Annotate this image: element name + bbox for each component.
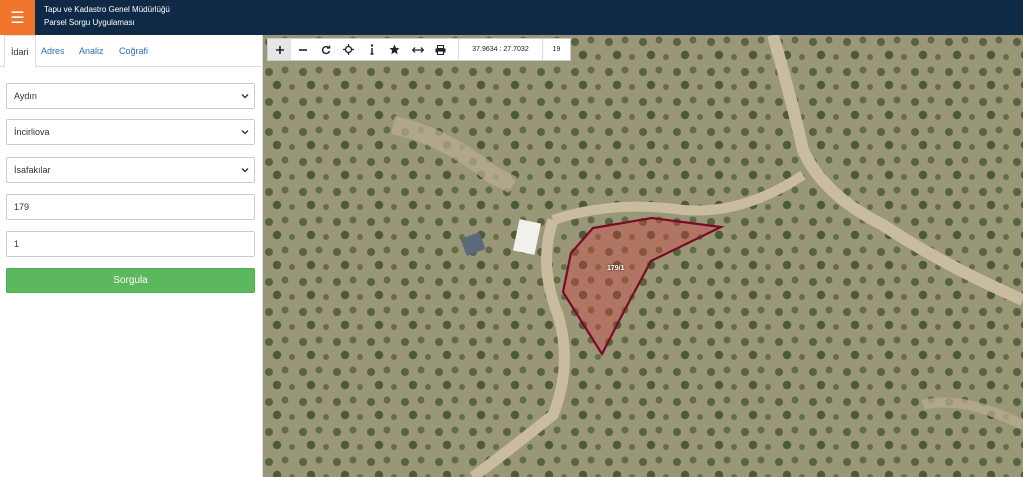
title-line-1: Tapu ve Kadastro Genel Müdürlüğü — [44, 5, 170, 14]
mahalle-select-value: İsafakılar — [14, 165, 51, 175]
title-line-2: Parsel Sorgu Uygulaması — [44, 18, 135, 27]
map-view[interactable]: 179/1 — [263, 35, 1023, 477]
il-select-value: Aydın — [14, 91, 37, 101]
ilce-select[interactable]: İncirliova — [6, 119, 255, 145]
tab-idari[interactable]: İdari — [4, 35, 36, 68]
info-icon[interactable] — [360, 39, 383, 60]
map-toolbar: 37.9634 : 27.7032 19 — [267, 38, 571, 61]
chevron-down-icon — [241, 168, 249, 173]
hamburger-icon: ☰ — [10, 7, 25, 27]
tab-bar: İdari Adres Analiz Coğrafi — [0, 35, 263, 68]
satellite-imagery — [263, 35, 1023, 477]
parsel-input-value: 1 — [14, 239, 20, 249]
sorgula-button[interactable]: Sorgula — [6, 268, 255, 293]
ada-input-value: 179 — [14, 202, 30, 212]
mahalle-select[interactable]: İsafakılar — [6, 157, 255, 183]
app-title: Tapu ve Kadastro Genel Müdürlüğü Parsel … — [44, 3, 170, 29]
favorite-icon[interactable] — [383, 39, 406, 60]
refresh-icon[interactable] — [314, 39, 337, 60]
measure-icon[interactable] — [406, 39, 429, 60]
chevron-down-icon — [241, 94, 249, 99]
print-icon[interactable] — [429, 39, 452, 60]
coordinate-readout: 37.9634 : 27.7032 — [458, 39, 542, 60]
tab-cografi[interactable]: Coğrafi — [119, 35, 148, 67]
zoom-out-icon[interactable] — [291, 39, 314, 60]
top-bar: ☰ Tapu ve Kadastro Genel Müdürlüğü Parse… — [0, 0, 1023, 35]
ada-input[interactable]: 179 — [6, 194, 255, 220]
il-select[interactable]: Aydın — [6, 83, 255, 109]
locate-icon[interactable] — [337, 39, 360, 60]
zoom-level: 19 — [542, 39, 570, 60]
sidebar: İdari Adres Analiz Coğrafi Aydın İncirli… — [0, 35, 263, 477]
ilce-select-value: İncirliova — [14, 127, 50, 137]
parcel-label: 179/1 — [607, 265, 625, 272]
menu-button[interactable]: ☰ — [0, 0, 35, 35]
tab-adres[interactable]: Adres — [41, 35, 65, 67]
zoom-in-icon[interactable] — [268, 39, 291, 60]
tab-analiz[interactable]: Analiz — [79, 35, 104, 67]
parsel-input[interactable]: 1 — [6, 231, 255, 257]
chevron-down-icon — [241, 130, 249, 135]
